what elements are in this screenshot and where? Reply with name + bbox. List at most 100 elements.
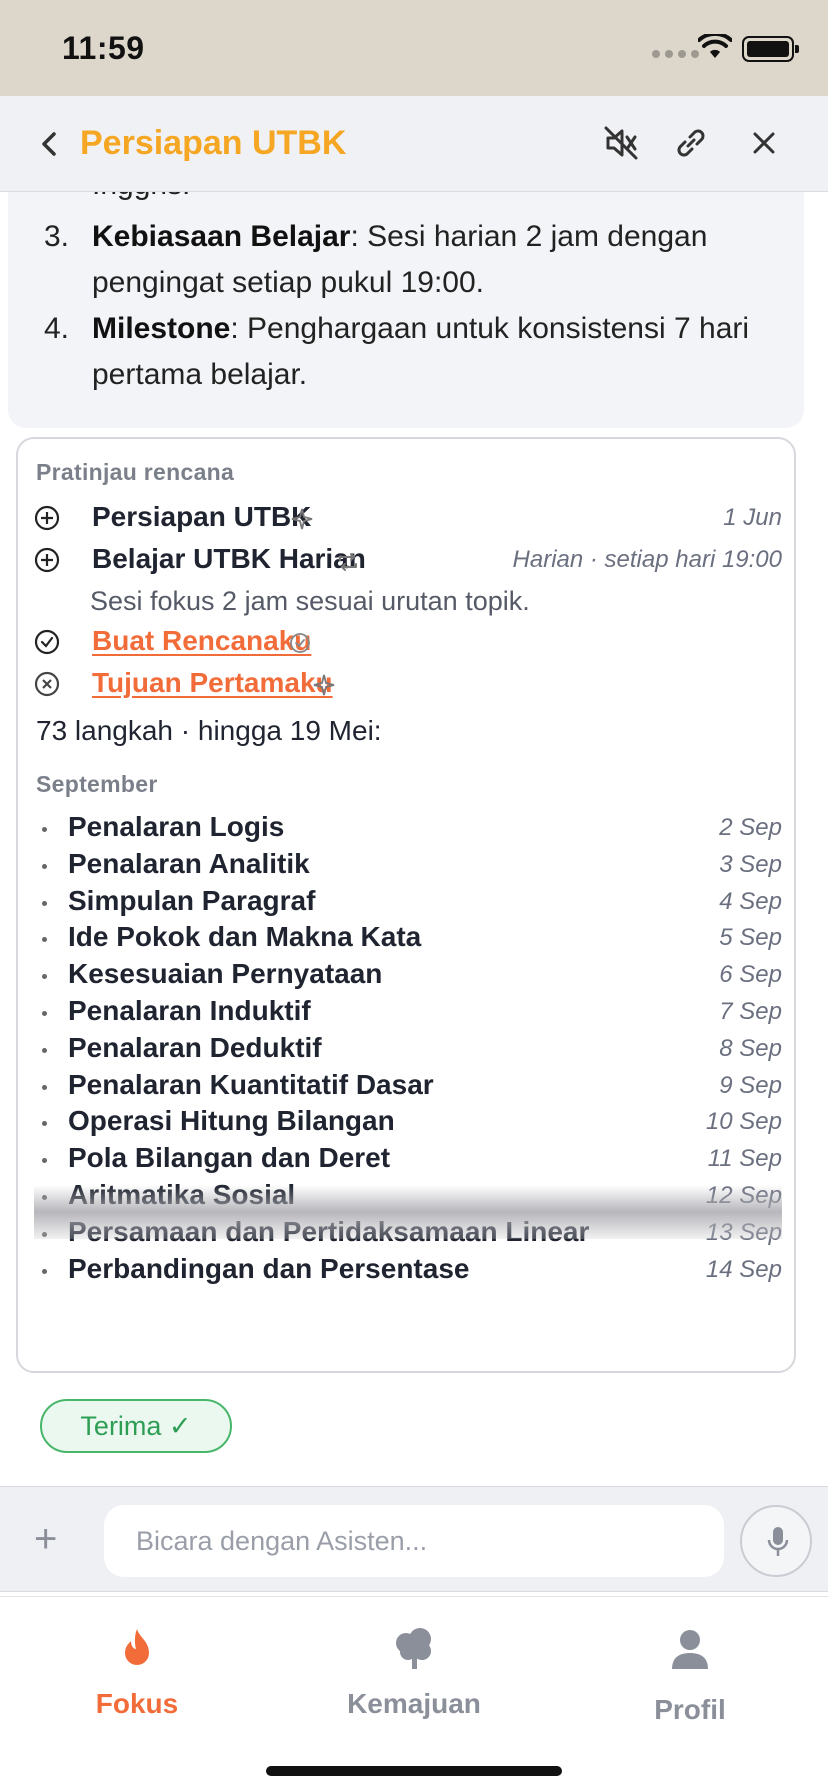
bullet-icon — [42, 1158, 47, 1164]
mute-icon[interactable] — [600, 122, 642, 164]
tab-bar: Fokus Kemajuan Profil — [0, 1596, 828, 1792]
close-icon[interactable] — [743, 122, 785, 164]
habit-description: Sesi fokus 2 jam sesuai urutan topik. — [90, 586, 530, 616]
plan-heading: Pratinjau rencana — [36, 459, 235, 485]
task-date: 8 Sep — [719, 1034, 782, 1062]
task-title: Aritmatika Sosial — [68, 1179, 296, 1210]
task-date: 6 Sep — [719, 961, 782, 989]
task-title: Perbandingan dan Persentase — [68, 1252, 470, 1284]
check-circle-icon — [34, 629, 60, 655]
mic-button[interactable] — [740, 1505, 812, 1577]
plan-preview-card: Pratinjau rencana Persiapan UTBK 1 Jun B… — [16, 437, 796, 1373]
bullet-icon — [42, 1084, 47, 1090]
tab-label: Kemajuan — [347, 1688, 481, 1719]
tab-kemajuan[interactable]: Kemajuan — [314, 1625, 514, 1720]
habit-title: Belajar UTBK Harian — [92, 543, 366, 574]
task-title: Penalaran Analitik — [68, 847, 310, 879]
task-date: 2 Sep — [719, 814, 782, 841]
link-icon[interactable] — [670, 122, 712, 164]
task-date: 12 Sep — [705, 1182, 782, 1209]
chat-input[interactable] — [104, 1505, 724, 1577]
task-title: Persamaan dan Pertidaksamaan Linear — [68, 1215, 590, 1247]
bullet-icon — [42, 1231, 47, 1237]
bullet-icon — [42, 1195, 47, 1200]
bullet-icon — [42, 1047, 47, 1053]
nav-bar: Persiapan UTBK — [0, 96, 828, 192]
plan-link-row-2[interactable]: Tujuan Pertamaku — [34, 665, 782, 705]
accept-button[interactable]: Terima ✓ — [40, 1399, 232, 1453]
battery-icon — [742, 36, 799, 62]
task-row[interactable]: Ide Pokok dan Makna Kata 5 Sep — [34, 919, 782, 959]
task-date: 7 Sep — [719, 998, 782, 1025]
add-circle-icon — [34, 547, 60, 573]
status-bar: 11:59 — [0, 0, 828, 96]
task-row[interactable]: Simpulan Paragraf 4 Sep — [34, 883, 782, 923]
verified-check-icon — [290, 633, 310, 653]
person-icon — [672, 1630, 708, 1669]
task-date: 10 Sep — [705, 1108, 782, 1136]
message-list: 3. Kebiasaan Belajar: Sesi harian 2 jam … — [44, 214, 784, 398]
task-title: Ide Pokok dan Makna Kata — [68, 921, 422, 953]
clock: 11:59 — [62, 30, 145, 66]
task-title: Penalaran Kuantitatif Dasar — [68, 1068, 434, 1100]
task-row[interactable]: Pola Bilangan dan Deret 11 Sep — [34, 1140, 782, 1180]
tree-icon — [396, 1628, 431, 1669]
plan-goal-row[interactable]: Persiapan UTBK 1 Jun — [34, 499, 782, 539]
add-attachment-icon[interactable]: + — [34, 1517, 57, 1562]
bullet-icon — [42, 937, 47, 943]
add-circle-icon — [34, 505, 60, 531]
steps-summary: 73 langkah · hingga 19 Mei: — [36, 715, 382, 746]
tab-fokus[interactable]: Fokus — [37, 1625, 237, 1720]
tab-label: Profil — [654, 1694, 726, 1725]
plan-link-row-1[interactable]: Buat Rencanaku — [34, 623, 782, 663]
task-title: Simpulan Paragraf — [68, 884, 316, 916]
composer-bar: + — [0, 1486, 828, 1592]
task-title: Penalaran Induktif — [68, 995, 311, 1026]
bullet-icon — [42, 827, 47, 832]
wifi-icon — [698, 34, 732, 58]
tab-label: Fokus — [95, 1688, 179, 1719]
bullet-icon — [42, 1011, 47, 1016]
goal-date: 1 Jun — [723, 504, 782, 531]
link-buat-rencanaku[interactable]: Buat Rencanaku — [92, 625, 311, 657]
bullet-icon — [42, 974, 47, 980]
sparkle-icon — [291, 508, 313, 530]
task-title: Penalaran Deduktif — [68, 1031, 322, 1063]
assistant-message: Inggris. 3. Kebiasaan Belajar: Sesi hari… — [8, 192, 804, 428]
task-title: Pola Bilangan dan Deret — [68, 1142, 391, 1174]
task-row[interactable]: Penalaran Deduktif 8 Sep — [34, 1030, 782, 1070]
message-clipped-line: Inggris. — [92, 192, 190, 202]
message-list-item: 4. Milestone: Penghargaan untuk konsiste… — [44, 312, 750, 391]
task-row[interactable]: Penalaran Kuantitatif Dasar 9 Sep — [34, 1067, 782, 1107]
task-row[interactable]: Penalaran Induktif 7 Sep — [34, 993, 782, 1033]
tab-profil[interactable]: Profil — [590, 1625, 790, 1726]
back-chevron-icon[interactable] — [30, 124, 70, 164]
link-tujuan-pertamaku[interactable]: Tujuan Pertamaku — [92, 667, 333, 699]
task-title: Kesesuaian Pernyataan — [68, 958, 383, 990]
bullet-icon — [42, 1121, 47, 1127]
task-row[interactable]: Kesesuaian Pernyataan 6 Sep — [34, 956, 782, 996]
cancel-circle-icon — [34, 671, 60, 697]
task-row[interactable]: Aritmatika Sosial 12 Sep — [34, 1177, 782, 1217]
task-date: 13 Sep — [705, 1218, 782, 1246]
task-row[interactable]: Perbandingan dan Persentase 14 Sep — [34, 1251, 782, 1291]
month-header: September — [36, 771, 158, 797]
cellular-signal-icon — [652, 50, 699, 58]
home-indicator — [266, 1766, 562, 1776]
message-list-item: 3. Kebiasaan Belajar: Sesi harian 2 jam … — [44, 220, 708, 299]
task-row[interactable]: Operasi Hitung Bilangan 10 Sep — [34, 1103, 782, 1143]
bullet-icon — [42, 1268, 47, 1274]
plan-habit-row[interactable]: Belajar UTBK Harian Harian · setiap hari… — [34, 541, 782, 581]
task-row[interactable]: Penalaran Analitik 3 Sep — [34, 846, 782, 886]
task-row[interactable]: Penalaran Logis 2 Sep — [34, 809, 782, 849]
task-row[interactable]: Persamaan dan Pertidaksamaan Linear 13 Se… — [34, 1214, 782, 1254]
task-date: 9 Sep — [719, 1071, 782, 1099]
task-date: 11 Sep — [707, 1145, 782, 1173]
task-title: Operasi Hitung Bilangan — [68, 1105, 395, 1137]
habit-schedule: Harian · setiap hari 19:00 — [512, 546, 782, 573]
task-date: 14 Sep — [705, 1255, 782, 1283]
task-date: 5 Sep — [719, 924, 782, 952]
goal-title: Persiapan UTBK — [92, 501, 312, 532]
task-date: 3 Sep — [719, 850, 782, 878]
page-title: Persiapan UTBK — [80, 124, 347, 162]
